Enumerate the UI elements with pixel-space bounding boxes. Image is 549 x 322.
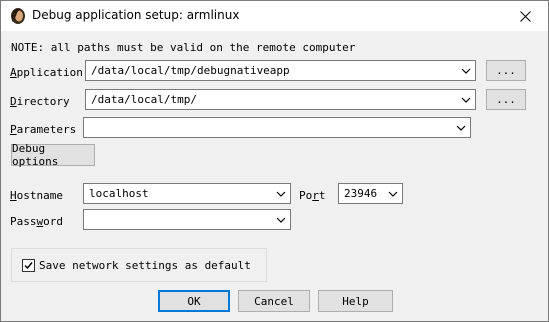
chevron-down-icon <box>388 191 398 197</box>
directory-browse-button[interactable]: ... <box>486 89 526 110</box>
ok-button[interactable]: OK <box>158 290 230 312</box>
close-icon <box>519 10 531 22</box>
hostname-label: Hostname <box>10 189 63 202</box>
chevron-down-icon <box>461 97 471 103</box>
port-value: 23946 <box>344 187 378 200</box>
window-title: Debug application setup: armlinux <box>32 8 240 22</box>
save-settings-group: Save network settings as default <box>11 248 267 282</box>
directory-label: Directory <box>10 95 70 108</box>
password-label: Password <box>10 215 63 228</box>
chevron-down-icon <box>461 68 471 74</box>
application-value: /data/local/tmp/debugnativeapp <box>91 64 290 77</box>
debug-setup-dialog: Debug application setup: armlinux NOTE: … <box>0 0 549 322</box>
hostname-combo[interactable]: localhost <box>83 183 291 204</box>
title-bar: Debug application setup: armlinux <box>1 1 548 31</box>
chevron-down-icon <box>276 217 286 223</box>
application-label: Application <box>10 66 83 79</box>
port-combo[interactable]: 23946 <box>338 183 403 204</box>
port-label: Port <box>299 189 326 202</box>
save-default-checkbox[interactable] <box>22 259 35 272</box>
parameters-label: Parameters <box>10 123 77 136</box>
chevron-down-icon <box>456 125 466 131</box>
ida-app-icon <box>11 8 25 24</box>
directory-value: /data/local/tmp/ <box>91 93 197 106</box>
save-default-label: Save network settings as default <box>39 259 251 272</box>
parameters-combo[interactable] <box>83 117 471 138</box>
note-text: NOTE: all paths must be valid on the rem… <box>11 41 356 54</box>
help-button[interactable]: Help <box>318 290 393 312</box>
dialog-body: NOTE: all paths must be valid on the rem… <box>1 31 548 321</box>
password-combo[interactable] <box>83 209 291 230</box>
debug-options-button[interactable]: Debug options <box>11 142 95 168</box>
cancel-button[interactable]: Cancel <box>238 290 310 312</box>
checkmark-icon <box>24 262 33 270</box>
hostname-value: localhost <box>89 187 149 200</box>
chevron-down-icon <box>276 191 286 197</box>
application-browse-button[interactable]: ... <box>486 60 526 81</box>
directory-combo[interactable]: /data/local/tmp/ <box>85 89 476 110</box>
application-combo[interactable]: /data/local/tmp/debugnativeapp <box>85 60 476 81</box>
close-button[interactable] <box>502 1 548 31</box>
